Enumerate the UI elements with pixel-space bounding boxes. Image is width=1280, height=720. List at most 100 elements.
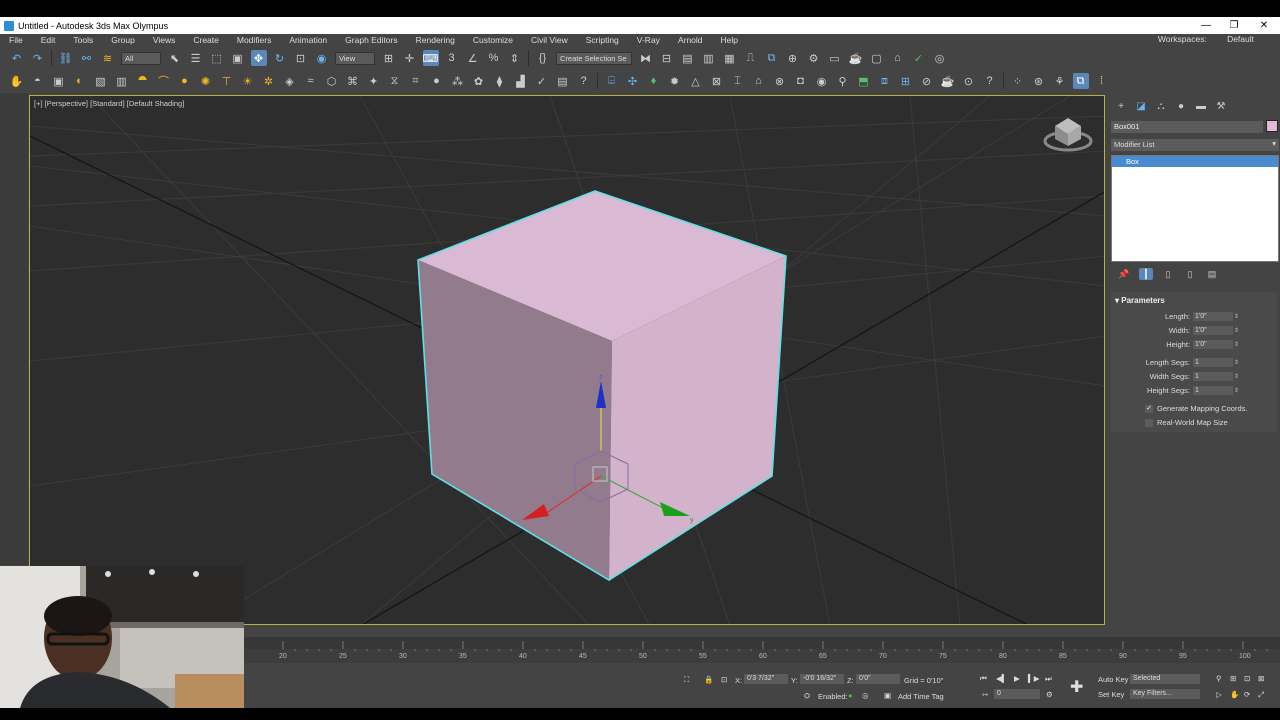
- close-icon[interactable]: ✕: [1250, 17, 1278, 34]
- length-segs-spinner[interactable]: 1: [1193, 358, 1233, 367]
- vray-material-icon[interactable]: ●: [429, 73, 445, 89]
- vray-lights-icon[interactable]: ✋: [9, 73, 25, 89]
- display-tab-icon[interactable]: ▬: [1192, 99, 1210, 113]
- window-crossing-icon[interactable]: ▣: [230, 50, 246, 66]
- orbit-icon[interactable]: ◎: [862, 691, 869, 700]
- arnold-procedural-icon[interactable]: ⊗: [772, 73, 788, 89]
- select-move-icon[interactable]: ✥: [250, 50, 267, 66]
- perspective-viewport[interactable]: z y [+] [Perspective] [Standard] [Defaul…: [29, 95, 1105, 625]
- vray-check-icon[interactable]: ✓: [911, 50, 927, 66]
- generate-mapping-coords-checkbox[interactable]: ✓ Generate Mapping Coords.: [1145, 404, 1247, 413]
- toggle-ribbon-icon[interactable]: ▦: [722, 50, 738, 66]
- key-filters-button[interactable]: Key Filters...: [1130, 689, 1200, 699]
- arnold-log-icon[interactable]: ⊙: [961, 73, 977, 89]
- x-coord-field[interactable]: 0'3 7/32": [744, 674, 788, 684]
- mirror-icon[interactable]: ⧓: [638, 50, 654, 66]
- stack-item-box[interactable]: Box: [1112, 156, 1278, 167]
- go-to-start-icon[interactable]: ⏮: [980, 674, 987, 684]
- particle-tool-icon[interactable]: ⁘: [1010, 73, 1026, 89]
- arnold-scene-icon[interactable]: ⬒: [856, 73, 872, 89]
- zoom-icon[interactable]: ⚲: [1216, 674, 1222, 683]
- link-icon[interactable]: ⛓: [58, 50, 74, 66]
- schematic-view-icon[interactable]: ⧉: [764, 50, 780, 66]
- selection-filter-dropdown[interactable]: All: [121, 51, 161, 65]
- length-spinner[interactable]: 1'0": [1193, 312, 1233, 321]
- select-by-name-icon[interactable]: ☰: [188, 50, 204, 66]
- menu-tools[interactable]: Tools: [64, 35, 102, 45]
- time-config-icon[interactable]: ⚙: [1046, 690, 1053, 699]
- arnold-mesh-light-icon[interactable]: ⊠: [709, 73, 725, 89]
- render-setup-icon[interactable]: ⚙: [806, 50, 822, 66]
- vray-sphere-fade-icon[interactable]: ⌗: [408, 73, 424, 89]
- angle-snap-icon[interactable]: ∠: [465, 50, 481, 66]
- render-in-cloud-icon[interactable]: ▢: [869, 50, 885, 66]
- orbit-view-icon[interactable]: ⟳: [1244, 690, 1250, 699]
- create-tab-icon[interactable]: +: [1112, 99, 1130, 113]
- arnold-denoiser-icon[interactable]: ⊞: [898, 73, 914, 89]
- zoom-extents-icon[interactable]: ⊡: [1244, 674, 1250, 683]
- make-unique-icon[interactable]: ▯: [1161, 268, 1175, 280]
- reference-coord-dropdown[interactable]: View: [335, 51, 375, 65]
- arnold-render-view-icon[interactable]: ⌸: [604, 73, 620, 89]
- vray-proxy-object-icon[interactable]: ◈: [282, 73, 298, 89]
- real-world-map-size-checkbox[interactable]: Real-World Map Size: [1145, 418, 1228, 427]
- named-selection-dropdown[interactable]: Create Selection Se: [556, 51, 632, 65]
- timeline-track-bar[interactable]: 20 25 30 35 40 45 50 55 60 65 70 75 80 85 90 95 100: [244, 637, 1280, 663]
- parameters-header[interactable]: ▾ Parameters: [1111, 292, 1277, 309]
- arnold-shader-icon[interactable]: ◉: [814, 73, 830, 89]
- hierarchy-tab-icon[interactable]: ⛬: [1152, 99, 1170, 113]
- spinner-arrows-icon[interactable]: ⇕: [1234, 341, 1239, 348]
- pivot-center-icon[interactable]: ⊞: [381, 50, 397, 66]
- menu-vray[interactable]: V-Ray: [628, 35, 669, 45]
- utilities-tab-icon[interactable]: ⚒: [1212, 99, 1230, 113]
- vray-mtl-lib-icon[interactable]: ⁂: [450, 73, 466, 89]
- arnold-light-icon[interactable]: ✣: [625, 73, 641, 89]
- menu-rendering[interactable]: Rendering: [407, 35, 464, 45]
- modify-tab-icon[interactable]: ◪: [1132, 99, 1150, 113]
- arnold-help-icon[interactable]: ?: [982, 73, 998, 89]
- menu-customize[interactable]: Customize: [464, 35, 522, 45]
- time-tag-icon[interactable]: ▣: [884, 691, 891, 700]
- box-object[interactable]: [417, 190, 787, 581]
- arnold-license-icon[interactable]: ⊘: [919, 73, 935, 89]
- unlink-icon[interactable]: ⚯: [79, 50, 95, 66]
- remove-modifier-icon[interactable]: ▯: [1183, 268, 1197, 280]
- redo-icon[interactable]: ↷: [30, 50, 46, 66]
- toggle-layer-explorer-icon[interactable]: ▥: [701, 50, 717, 66]
- vray-sky-icon[interactable]: ✲: [261, 73, 277, 89]
- arnold-skydome-icon[interactable]: △: [688, 73, 704, 89]
- menu-file[interactable]: File: [0, 35, 32, 45]
- lock-selection-icon[interactable]: 🔒: [704, 675, 713, 684]
- object-color-swatch[interactable]: [1266, 120, 1278, 132]
- pin-stack-icon[interactable]: 📌: [1117, 268, 1131, 280]
- vray-dome-icon[interactable]: ◓: [30, 73, 46, 89]
- menu-scripting[interactable]: Scripting: [577, 35, 628, 45]
- menu-arnold[interactable]: Arnold: [669, 35, 712, 45]
- vray-frame-buffer-icon[interactable]: ▣: [51, 73, 67, 89]
- snapshot-tool-icon[interactable]: ⧉: [1072, 73, 1089, 89]
- placement-icon[interactable]: ◉: [314, 50, 330, 66]
- toggle-scene-explorer-icon[interactable]: ▤: [680, 50, 696, 66]
- next-frame-icon[interactable]: ▍▶: [1028, 674, 1040, 683]
- align-icon[interactable]: ⊟: [659, 50, 675, 66]
- configure-modifier-sets-icon[interactable]: ▤: [1205, 268, 1219, 280]
- spinner-snap-icon[interactable]: ⇕: [507, 50, 523, 66]
- motion-tab-icon[interactable]: ●: [1172, 99, 1190, 113]
- arnold-photometric-icon[interactable]: ⌶: [730, 73, 746, 89]
- render-teapot-icon[interactable]: ⌂: [890, 50, 906, 66]
- zoom-extents-all-icon[interactable]: ⊠: [1258, 674, 1264, 683]
- vray-sphere-light-icon[interactable]: ●: [177, 73, 193, 89]
- isolate-icon[interactable]: ⛶: [684, 675, 689, 685]
- vray-lister-icon[interactable]: ✿: [471, 73, 487, 89]
- key-selection-dropdown[interactable]: Selected: [1130, 674, 1200, 684]
- set-key-icon[interactable]: ✚: [1070, 677, 1083, 697]
- object-name-field[interactable]: Box001: [1111, 121, 1263, 133]
- vray-converter-icon[interactable]: ⧫: [492, 73, 508, 89]
- vray-plane-icon[interactable]: ⬡: [324, 73, 340, 89]
- arnold-export-icon[interactable]: ⧈: [877, 73, 893, 89]
- height-spinner[interactable]: 1'0": [1193, 340, 1233, 349]
- curve-editor-icon[interactable]: ⎍: [743, 50, 759, 66]
- menu-views[interactable]: Views: [144, 35, 185, 45]
- pan-icon[interactable]: ✋: [1230, 690, 1239, 699]
- width-spinner[interactable]: 1'0": [1193, 326, 1233, 335]
